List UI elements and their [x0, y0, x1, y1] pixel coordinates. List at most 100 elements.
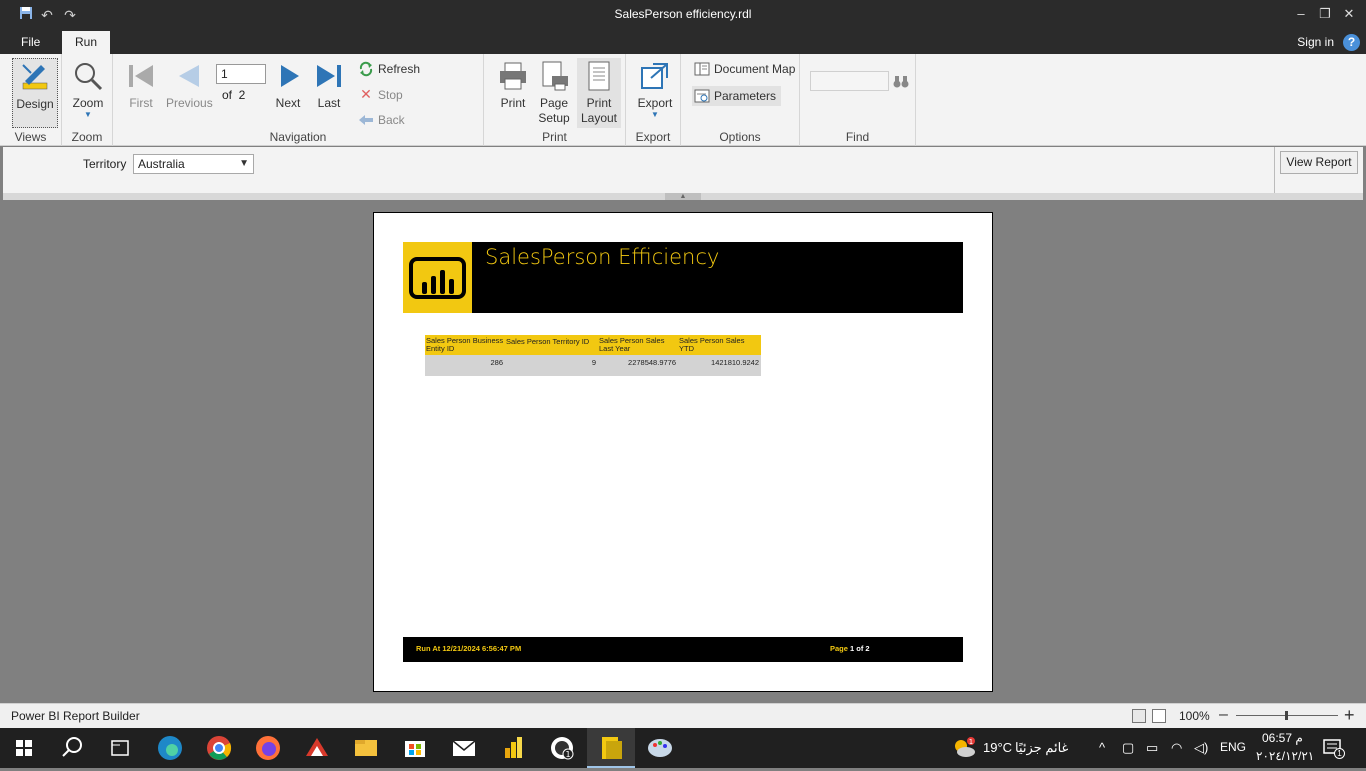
- notifications-icon[interactable]: 1: [1322, 738, 1346, 760]
- zoom-slider-thumb[interactable]: [1285, 711, 1288, 720]
- wifi-icon[interactable]: ◠: [1171, 740, 1182, 756]
- previous-page-icon: [173, 60, 205, 92]
- weather-text: غائم جزئيًا: [1015, 740, 1069, 755]
- refresh-label: Refresh: [378, 62, 421, 76]
- print-group-label: Print: [542, 130, 567, 144]
- column-header: Sales Person Territory ID: [505, 335, 598, 355]
- page-number-input[interactable]: 1: [216, 64, 266, 84]
- next-button[interactable]: Next: [273, 58, 303, 110]
- page-setup-button[interactable]: Page Setup: [536, 58, 572, 126]
- volume-icon[interactable]: ◁): [1194, 740, 1208, 756]
- column-header: Sales Person Sales Last Year: [598, 335, 678, 355]
- close-button[interactable]: ✕: [1339, 6, 1359, 24]
- find-input[interactable]: [810, 71, 889, 91]
- ribbon-tab-bar: File Run Sign in ?: [0, 31, 1366, 54]
- page-prefix: Page: [830, 644, 851, 653]
- parameters-button[interactable]: Parameters: [692, 86, 782, 106]
- last-page-icon: [313, 60, 345, 92]
- navigation-group: First Previous 1 of 2 Next Last Refresh …: [113, 54, 484, 146]
- page-count-label: of 2: [222, 88, 246, 102]
- chevron-up-icon[interactable]: ^: [1099, 740, 1105, 755]
- options-group: Document Map Parameters Options: [681, 54, 800, 146]
- export-group-label: Export: [635, 130, 671, 144]
- mail-icon[interactable]: [440, 728, 488, 768]
- views-group-label: Views: [14, 130, 47, 144]
- meet-now-icon[interactable]: ▢: [1122, 740, 1134, 756]
- last-button[interactable]: Last: [313, 58, 345, 110]
- restore-button[interactable]: ❐: [1315, 6, 1335, 24]
- report-builder-icon[interactable]: [587, 728, 635, 768]
- windows-start-icon[interactable]: [0, 728, 48, 768]
- clock-time[interactable]: 06:57 م: [1262, 731, 1303, 745]
- print-layout-label-1: Print: [586, 96, 612, 110]
- chevron-down-icon: ▼: [84, 110, 92, 119]
- column-header: Sales Person Business Entity ID: [425, 335, 505, 355]
- table-cell: 9: [505, 355, 598, 376]
- power-bi-icon[interactable]: [489, 728, 537, 768]
- zoom-label: Zoom: [72, 96, 104, 110]
- print-layout-icon: [583, 60, 615, 92]
- options-group-label: Options: [719, 130, 761, 144]
- minimize-button[interactable]: –: [1291, 6, 1311, 24]
- back-button[interactable]: Back: [358, 110, 405, 130]
- refresh-icon: [358, 61, 374, 77]
- divider: [1274, 147, 1275, 193]
- next-page-icon: [273, 60, 305, 92]
- report-title: SalesPerson Efficiency: [485, 245, 720, 269]
- stop-label: Stop: [378, 88, 403, 102]
- next-label: Next: [275, 96, 301, 110]
- file-explorer-icon[interactable]: [342, 728, 390, 768]
- collapse-grip-icon[interactable]: ▲: [665, 193, 701, 200]
- battery-icon[interactable]: ▭: [1146, 740, 1158, 756]
- chevron-down-icon: ▼: [239, 158, 249, 169]
- refresh-button[interactable]: Refresh: [358, 59, 420, 79]
- tab-run[interactable]: Run: [62, 31, 110, 54]
- parameters-label: Parameters: [714, 89, 777, 103]
- column-header: Sales Person Sales YTD: [678, 335, 761, 355]
- chrome-profile-icon[interactable]: 1: [538, 728, 586, 768]
- title-bar: ↶ ↷ SalesPerson efficiency.rdl – ❐ ✕: [0, 0, 1366, 31]
- chrome-icon[interactable]: [195, 728, 243, 768]
- export-button[interactable]: Export ▼: [635, 58, 675, 119]
- firefox-icon[interactable]: [244, 728, 292, 768]
- chevron-down-icon: ▼: [651, 110, 659, 119]
- zoom-button[interactable]: Zoom ▼: [68, 58, 108, 119]
- report-header: SalesPerson Efficiency: [403, 242, 963, 313]
- search-icon[interactable]: [48, 728, 96, 768]
- notification-count: 1: [1334, 748, 1345, 759]
- power-bi-logo-icon: [403, 242, 472, 313]
- print-layout-button[interactable]: Print Layout: [577, 58, 621, 128]
- zoom-in-icon[interactable]: +: [1344, 705, 1355, 726]
- zoom-out-icon[interactable]: –: [1219, 706, 1228, 724]
- language-indicator[interactable]: ENG: [1220, 740, 1246, 754]
- clock-date[interactable]: ٢٠٢٤/١٢/٢١: [1256, 749, 1314, 763]
- previous-button[interactable]: Previous: [166, 58, 213, 110]
- parameters-splitter[interactable]: ▲: [3, 193, 1363, 200]
- magnifier-icon: [72, 60, 104, 92]
- paint-icon[interactable]: [636, 728, 684, 768]
- tab-file[interactable]: File: [9, 31, 52, 54]
- stop-button[interactable]: ✕ Stop: [358, 85, 403, 105]
- binoculars-icon[interactable]: [893, 73, 909, 89]
- page-setup-icon: [538, 60, 570, 92]
- ccleaner-icon[interactable]: [293, 728, 341, 768]
- territory-select[interactable]: Australia ▼: [133, 154, 254, 174]
- print-button[interactable]: Print: [496, 58, 530, 110]
- weather-icon[interactable]: 1: [952, 736, 976, 760]
- task-view-icon[interactable]: [96, 728, 144, 768]
- help-icon[interactable]: ?: [1343, 34, 1360, 51]
- first-page-icon: [125, 60, 157, 92]
- page-view-icon[interactable]: [1152, 709, 1166, 723]
- print-layout-view-icon[interactable]: [1132, 709, 1146, 723]
- design-button[interactable]: Design: [12, 58, 58, 128]
- find-group-label: Find: [845, 130, 870, 144]
- printer-icon: [497, 60, 529, 92]
- edge-browser-icon[interactable]: [146, 728, 194, 768]
- find-group: Find: [800, 54, 916, 146]
- view-report-button[interactable]: View Report: [1280, 151, 1358, 174]
- report-page: SalesPerson Efficiency Sales Person Busi…: [373, 212, 993, 692]
- document-map-button[interactable]: Document Map: [694, 59, 795, 79]
- sign-in-link[interactable]: Sign in: [1297, 35, 1334, 49]
- store-icon[interactable]: [391, 728, 439, 768]
- first-button[interactable]: First: [125, 58, 157, 110]
